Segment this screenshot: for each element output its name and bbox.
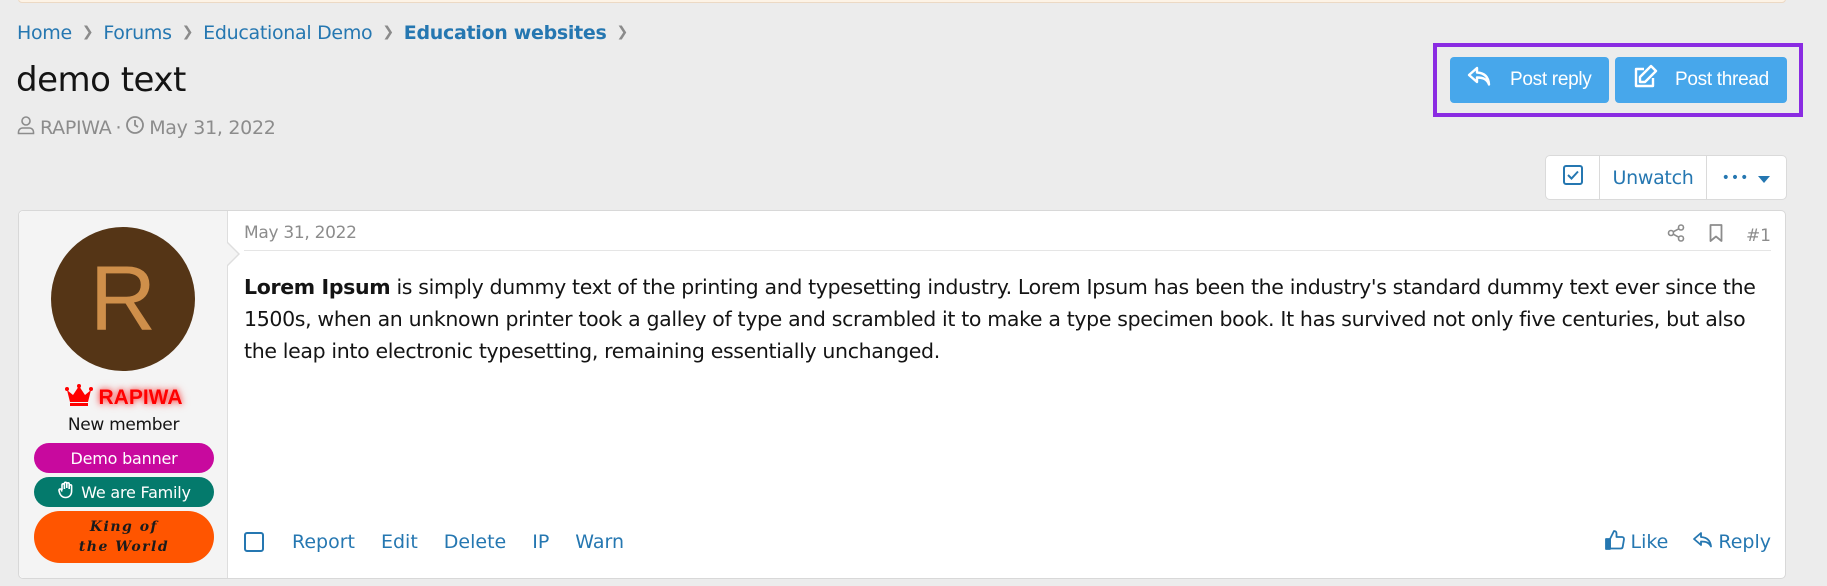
thread-author[interactable]: RAPIWA — [40, 117, 112, 139]
select-toggle-button[interactable] — [1546, 156, 1600, 199]
bookmark-icon[interactable] — [1706, 223, 1726, 248]
report-link[interactable]: Report — [292, 531, 355, 553]
clock-icon — [125, 115, 145, 140]
caret-down-icon — [1757, 167, 1771, 189]
like-button[interactable]: Like — [1604, 529, 1668, 556]
thumbs-up-icon — [1604, 529, 1626, 556]
ip-link[interactable]: IP — [532, 531, 549, 553]
thread-tools: Unwatch ••• — [1545, 155, 1787, 200]
share-icon[interactable] — [1666, 223, 1686, 248]
post-thread-label: Post thread — [1675, 69, 1769, 90]
like-label: Like — [1630, 531, 1669, 553]
user-panel: R RAPIWA New member Demo banner We are F… — [19, 211, 228, 578]
post-footer: Report Edit Delete IP Warn Like Reply — [244, 528, 1771, 556]
post-date[interactable]: May 31, 2022 — [244, 223, 357, 243]
chevron-right-icon: ❯ — [81, 24, 94, 40]
hand-icon — [57, 481, 75, 503]
page-title: demo text — [16, 60, 186, 100]
username-label: RAPIWA — [98, 386, 183, 409]
more-options-button[interactable]: ••• — [1707, 156, 1786, 199]
warn-link[interactable]: Warn — [575, 531, 624, 553]
post-header: May 31, 2022 #1 — [244, 223, 1771, 251]
thread-meta: RAPIWA · May 31, 2022 — [16, 115, 276, 140]
post-body-bold: Lorem Ipsum — [244, 275, 391, 299]
user-banner-family: We are Family — [34, 477, 214, 507]
meta-separator: · — [115, 116, 122, 139]
banner-family-label: We are Family — [81, 482, 191, 502]
reply-icon — [1466, 63, 1510, 97]
post-body: Lorem Ipsum is simply dummy text of the … — [244, 271, 1771, 367]
username[interactable]: RAPIWA — [19, 383, 228, 413]
panel-arrow-fill — [227, 243, 238, 265]
reply-label: Reply — [1718, 531, 1771, 553]
delete-link[interactable]: Delete — [444, 531, 506, 553]
crown-icon — [64, 383, 93, 413]
breadcrumb-forums[interactable]: Forums — [103, 22, 172, 44]
chevron-right-icon: ❯ — [382, 24, 394, 40]
avatar[interactable]: R — [51, 227, 195, 371]
reply-button[interactable]: Reply — [1692, 529, 1771, 556]
post-reply-button[interactable]: Post reply — [1450, 57, 1609, 103]
post-number[interactable]: #1 — [1746, 226, 1771, 246]
breadcrumb: Home ❯ Forums ❯ Educational Demo ❯ Educa… — [17, 20, 638, 46]
post-thread-button[interactable]: Post thread — [1615, 57, 1787, 103]
breadcrumb-educational-demo[interactable]: Educational Demo — [203, 22, 373, 44]
thread-date[interactable]: May 31, 2022 — [149, 117, 276, 139]
user-icon — [16, 115, 36, 140]
checkbox-checked-icon — [1562, 164, 1584, 191]
post-reply-label: Post reply — [1510, 69, 1592, 90]
chevron-right-icon: ❯ — [181, 24, 194, 40]
breadcrumb-home[interactable]: Home — [17, 22, 72, 44]
edit-link[interactable]: Edit — [381, 531, 418, 553]
ellipsis-icon: ••• — [1721, 169, 1750, 186]
reply-icon — [1692, 529, 1714, 556]
edit-icon — [1631, 63, 1675, 97]
user-banner-king: King of the World — [34, 511, 214, 563]
unwatch-button[interactable]: Unwatch — [1600, 156, 1707, 199]
select-post-checkbox[interactable] — [244, 532, 264, 552]
post-message: R RAPIWA New member Demo banner We are F… — [18, 210, 1786, 579]
chevron-right-icon: ❯ — [616, 24, 629, 40]
post-main: May 31, 2022 #1 Lorem Ipsum is simply du… — [244, 211, 1771, 578]
post-body-text: is simply dummy text of the printing and… — [244, 275, 1756, 363]
notice-bar — [18, 0, 1786, 3]
user-title: New member — [67, 415, 180, 435]
breadcrumb-education-websites[interactable]: Education websites — [404, 22, 607, 44]
user-banner-demo: Demo banner — [34, 443, 214, 473]
